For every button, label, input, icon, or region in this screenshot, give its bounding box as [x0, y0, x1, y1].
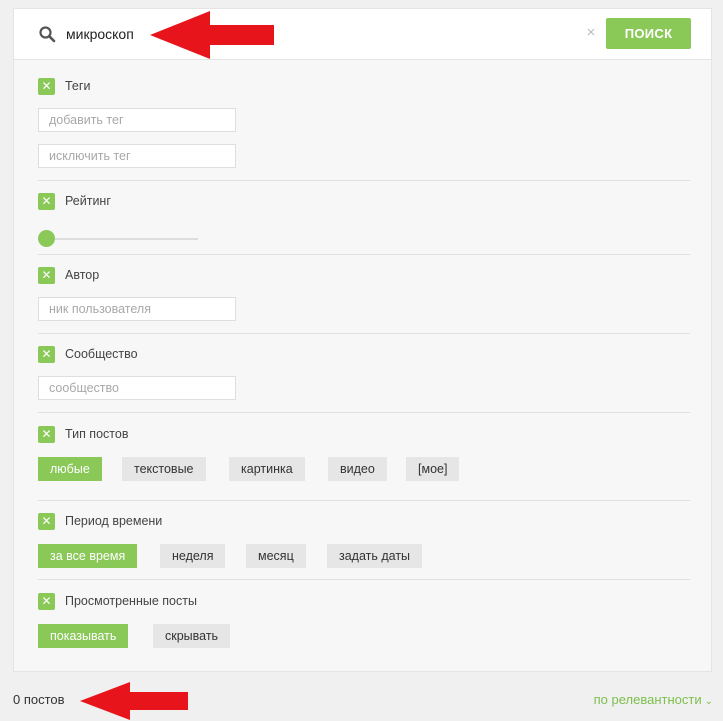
post-type-toggle-close-icon[interactable]: ✕ [38, 426, 55, 443]
search-input[interactable] [66, 21, 566, 47]
post-type-label: Тип постов [65, 427, 129, 441]
clear-search-icon[interactable]: × [582, 24, 600, 42]
post-type-chip-text[interactable]: текстовые [122, 457, 206, 481]
arrow-left-icon [150, 11, 274, 59]
author-label: Автор [65, 268, 100, 282]
search-button[interactable]: ПОИСК [606, 18, 691, 49]
post-type-chip-video[interactable]: видео [328, 457, 387, 481]
rating-slider-handle[interactable] [38, 230, 55, 247]
viewed-posts-toggle-close-icon[interactable]: ✕ [38, 593, 55, 610]
divider [38, 333, 690, 334]
arrow-left-icon [80, 682, 188, 720]
sort-dropdown[interactable]: по релевантности ⌄ [594, 692, 713, 707]
divider [38, 579, 690, 580]
period-label: Период времени [65, 514, 163, 528]
exclude-tag-input[interactable] [38, 144, 236, 168]
divider [38, 180, 690, 181]
result-count: 0 постов [13, 692, 65, 707]
community-label: Сообщество [65, 347, 138, 361]
community-section: ✕ Сообщество [38, 346, 690, 406]
divider [38, 500, 690, 501]
rating-toggle-close-icon[interactable]: ✕ [38, 193, 55, 210]
rating-slider-track[interactable] [38, 238, 198, 240]
community-toggle-close-icon[interactable]: ✕ [38, 346, 55, 363]
period-chip-month[interactable]: месяц [246, 544, 306, 568]
period-toggle-close-icon[interactable]: ✕ [38, 513, 55, 530]
period-chip-custom-dates[interactable]: задать даты [327, 544, 423, 568]
tags-label: Теги [65, 79, 91, 93]
post-type-chip-any[interactable]: любые [38, 457, 102, 481]
viewed-chip-hide[interactable]: скрывать [153, 624, 231, 648]
viewed-posts-section: ✕ Просмотренные посты показывать скрыват… [38, 593, 690, 653]
author-toggle-close-icon[interactable]: ✕ [38, 267, 55, 284]
divider [38, 254, 690, 255]
search-panel: × ПОИСК ✕ Теги ✕ Рейтинг ✕ Автор ✕ Сообщ… [13, 8, 712, 672]
search-icon [39, 26, 56, 43]
chevron-down-icon: ⌄ [704, 696, 713, 707]
post-type-chip-image[interactable]: картинка [229, 457, 305, 481]
tags-toggle-close-icon[interactable]: ✕ [38, 78, 55, 95]
search-bar: × ПОИСК [14, 9, 711, 60]
viewed-posts-label: Просмотренные посты [65, 594, 197, 608]
community-input[interactable] [38, 376, 236, 400]
viewed-chip-show[interactable]: показывать [38, 624, 129, 648]
include-tag-input[interactable] [38, 108, 236, 132]
post-type-section: ✕ Тип постов любые текстовые картинка ви… [38, 426, 690, 486]
period-section: ✕ Период времени за все время неделя мес… [38, 513, 690, 575]
rating-label: Рейтинг [65, 194, 111, 208]
tags-section: ✕ Теги [38, 78, 690, 172]
author-input[interactable] [38, 297, 236, 321]
divider [38, 412, 690, 413]
author-section: ✕ Автор [38, 267, 690, 327]
rating-section: ✕ Рейтинг [38, 193, 690, 253]
period-chip-week[interactable]: неделя [160, 544, 226, 568]
period-chip-all-time[interactable]: за все время [38, 544, 138, 568]
post-type-chip-mine[interactable]: [мое] [406, 457, 460, 481]
sort-label: по релевантности [593, 692, 702, 707]
